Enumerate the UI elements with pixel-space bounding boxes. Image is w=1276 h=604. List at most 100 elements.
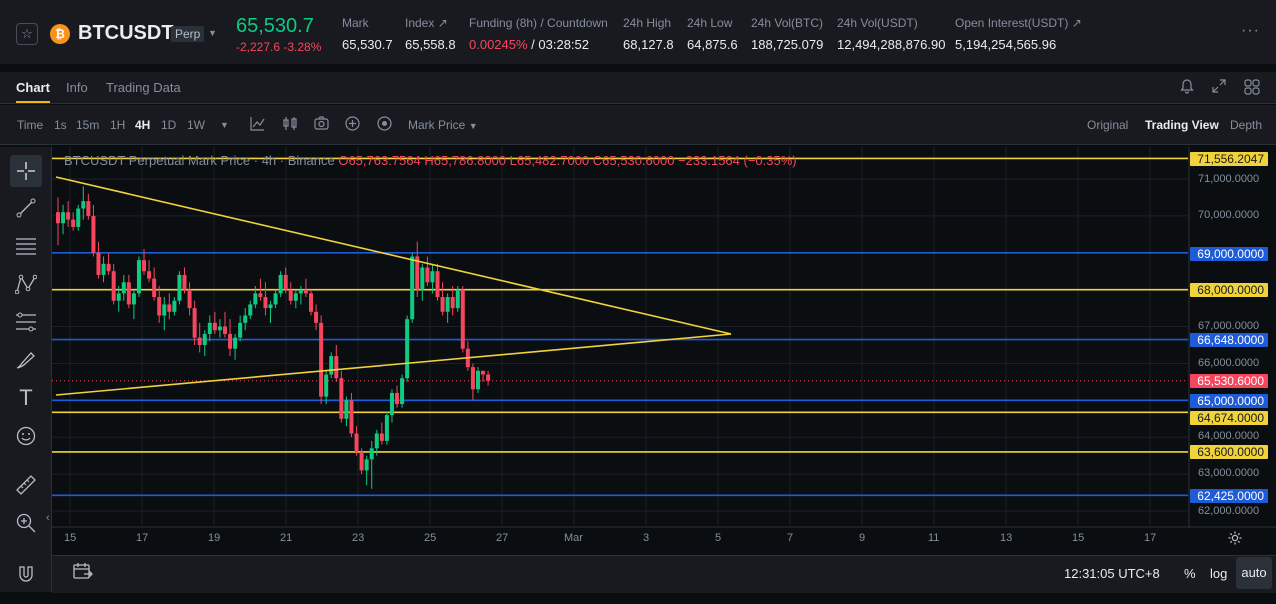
utc-clock[interactable]: 12:31:05 UTC+8 [1064, 566, 1160, 581]
btc-coin-icon: ₿ [50, 24, 70, 44]
view-trading-view[interactable]: Trading View [1145, 118, 1219, 132]
stat-label: 24h High [623, 16, 672, 30]
x-tick-label: Mar [564, 532, 583, 544]
horizontal-lines-icon[interactable] [10, 230, 42, 262]
stat-value: 64,875.6 [687, 37, 738, 52]
stat-24h-low: 24h Low 64,875.6 [687, 16, 738, 52]
legend-title: BTCUSDT Perpetual Mark Price · 4h · Bina… [64, 153, 335, 168]
add-circle-icon[interactable] [345, 116, 360, 134]
stat-label: 24h Low [687, 16, 733, 30]
tab-chart[interactable]: Chart [16, 80, 50, 95]
percent-scale-toggle[interactable]: % [1184, 566, 1196, 581]
price-label-69000: 69,000.0000 [1190, 247, 1268, 261]
interval-1s[interactable]: 1s [54, 118, 67, 132]
perp-badge: Perp [171, 26, 205, 42]
interval-4h[interactable]: 4H [135, 118, 150, 132]
text-tool-icon[interactable]: T [10, 382, 42, 414]
tab-info[interactable]: Info [66, 80, 88, 95]
x-tick-label: 9 [859, 532, 866, 544]
y-tick-label: 66,000.0000 [1198, 357, 1260, 369]
date-range-icon[interactable] [73, 562, 93, 585]
app-root: ☆ ₿ BTCUSDT Perp ▼ 65,530.7 -2,227.6 -3.… [0, 0, 1276, 604]
stat-label: 24h Vol(USDT) [837, 16, 918, 30]
x-tick-label: 25 [424, 532, 437, 544]
interval-1d[interactable]: 1D [161, 118, 176, 132]
funding-rate: 0.00245% [469, 37, 528, 52]
brush-icon[interactable] [10, 344, 42, 376]
ticker-header: ☆ ₿ BTCUSDT Perp ▼ 65,530.7 -2,227.6 -3.… [0, 0, 1276, 64]
price-label-63600: 63,600.0000 [1190, 445, 1268, 459]
zoom-in-icon[interactable] [10, 507, 42, 539]
stat-value: 12,494,288,876.90 [837, 37, 946, 52]
stat-value: 65,530.7 [342, 37, 393, 52]
settings-circle-icon[interactable] [377, 116, 392, 134]
layout-grid-icon[interactable] [1244, 79, 1260, 99]
price-label-66648: 66,648.0000 [1190, 333, 1268, 347]
chart-plot-area[interactable] [52, 147, 1276, 528]
symbol-dropdown-chevron-icon[interactable]: ▼ [208, 28, 217, 38]
candle-style-icon[interactable] [283, 116, 297, 134]
stat-label: Open Interest(USDT) ↗ [955, 16, 1082, 30]
drawing-toolbar: T ‹ [0, 147, 52, 592]
interval-time[interactable]: Time [17, 118, 43, 132]
stat-value: 5,194,254,565.96 [955, 37, 1057, 52]
legend-ohlc: O65,763.7564 H65,786.8000 L65,482.7000 C… [338, 153, 797, 168]
chart-toolbar: Time 1s 15m 1H 4H 1D 1W ▼ Mark Price ▼ O… [0, 105, 1276, 145]
x-tick-label: 7 [787, 532, 794, 544]
interval-dropdown-chevron-icon[interactable]: ▼ [220, 120, 229, 130]
x-tick-label: 23 [352, 532, 365, 544]
y-tick-label: 71,000.0000 [1198, 173, 1260, 185]
stat-value: 188,725.079 [751, 37, 824, 52]
price-label-62425: 62,425.0000 [1190, 489, 1268, 503]
stat-index[interactable]: Index ↗ 65,558.8 [405, 16, 456, 52]
favorite-star-icon[interactable]: ☆ [16, 23, 38, 45]
interval-15m[interactable]: 15m [76, 118, 99, 132]
ruler-icon[interactable] [10, 469, 42, 501]
stat-open-interest[interactable]: Open Interest(USDT) ↗ 5,194,254,565.96 [955, 16, 1082, 52]
price-type-label: Mark Price [408, 118, 466, 132]
price-type-select[interactable]: Mark Price ▼ [408, 118, 478, 132]
active-tab-indicator [16, 101, 50, 103]
stat-funding: Funding (8h) / Countdown 0.00245% / 03:2… [469, 16, 608, 52]
log-scale-toggle[interactable]: log [1210, 566, 1227, 581]
x-tick-label: 17 [136, 532, 149, 544]
interval-1h[interactable]: 1H [110, 118, 125, 132]
x-tick-label: 19 [208, 532, 221, 544]
last-price: 65,530.7 [236, 15, 314, 37]
x-tick-label: 15 [1072, 532, 1085, 544]
x-tick-label: 21 [280, 532, 293, 544]
stat-mark: Mark 65,530.7 [342, 16, 393, 52]
funding-countdown: / 03:28:52 [527, 37, 590, 52]
more-options-icon[interactable]: ··· [1241, 22, 1260, 40]
stat-value: 0.00245% / 03:28:52 [469, 37, 608, 52]
indicators-icon[interactable] [250, 116, 265, 134]
y-tick-label: 63,000.0000 [1198, 467, 1260, 479]
interval-1w[interactable]: 1W [187, 118, 205, 132]
chart-tabs: Chart Info Trading Data [0, 72, 1276, 104]
auto-scale-toggle[interactable]: auto [1236, 557, 1272, 589]
magnet-icon[interactable] [10, 558, 42, 590]
expand-icon[interactable] [1212, 79, 1226, 97]
x-tick-label: 27 [496, 532, 509, 544]
symbol-name[interactable]: BTCUSDT [78, 22, 174, 45]
x-tick-label: 5 [715, 532, 722, 544]
y-tick-label: 70,000.0000 [1198, 209, 1260, 221]
view-original[interactable]: Original [1087, 118, 1128, 132]
emoji-icon[interactable] [10, 420, 42, 452]
trend-line-icon[interactable] [10, 192, 42, 224]
price-type-chevron-icon: ▼ [468, 121, 478, 131]
chart-settings-gear-icon[interactable] [1227, 530, 1243, 551]
pattern-icon[interactable] [10, 268, 42, 300]
crosshair-icon[interactable] [10, 155, 42, 187]
x-tick-label: 11 [928, 532, 940, 544]
y-tick-label: 67,000.0000 [1198, 320, 1260, 332]
stat-24h-high: 24h High 68,127.8 [623, 16, 674, 52]
tab-trading-data[interactable]: Trading Data [106, 80, 181, 95]
price-label-71556: 71,556.2047 [1190, 152, 1268, 166]
fib-retracement-icon[interactable] [10, 306, 42, 338]
price-label-65000: 65,000.0000 [1190, 394, 1268, 408]
view-depth[interactable]: Depth [1230, 118, 1262, 132]
bell-icon[interactable] [1180, 79, 1194, 98]
collapse-toolbar-chevron-icon[interactable]: ‹ [46, 512, 50, 524]
camera-icon[interactable] [314, 116, 329, 133]
